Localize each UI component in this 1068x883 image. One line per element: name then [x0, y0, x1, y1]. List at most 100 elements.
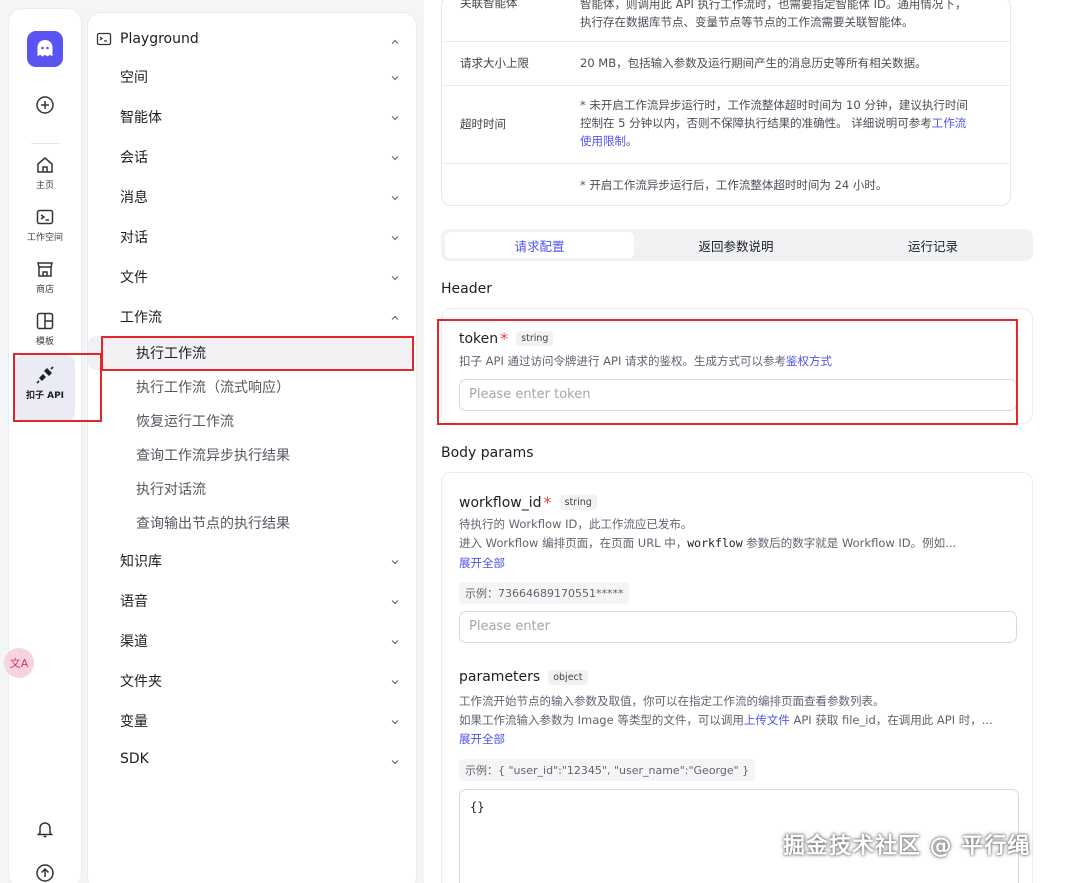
- rail-item-store[interactable]: 商店: [9, 259, 81, 295]
- param-name-parameters: parameters object: [459, 669, 588, 685]
- chevron-up-icon: [391, 39, 399, 44]
- example-badge: 示例：73664689170551*****: [459, 582, 630, 604]
- row-value-line: * 未开启工作流异步运行时，工作流整体超时时间为 10 分钟，建议执行时间: [580, 98, 968, 112]
- usage-limit-link[interactable]: 使用限制: [580, 134, 626, 148]
- nav-sub-query-output-node[interactable]: 查询输出节点的执行结果: [136, 513, 290, 533]
- param-type: object: [548, 669, 588, 685]
- param-name-workflow-id: workflow_id * string: [459, 493, 597, 512]
- rail-item-label: 工作空间: [26, 233, 63, 243]
- chevron-down-icon: [391, 560, 399, 565]
- body-params-card: workflow_id * string 待执行的 Workflow ID，此工作流…: [441, 472, 1033, 883]
- rail-item-template[interactable]: 模板: [9, 311, 81, 347]
- workflow-link[interactable]: 工作流: [932, 116, 967, 130]
- nav-item-space[interactable]: 空间: [120, 67, 148, 87]
- row-value-line: 控制在 5 分钟以内，否则不保障执行结果的准确性。 详细说明可参考: [580, 116, 932, 130]
- logo[interactable]: [27, 31, 63, 67]
- bell-icon: [36, 822, 54, 838]
- param-type: string: [559, 495, 597, 510]
- param-desc-line: 参数后的数字就是 Workflow ID。例如...: [742, 536, 957, 550]
- nav-item-chat[interactable]: 对话: [120, 227, 148, 247]
- row-value-end: 。: [626, 134, 638, 148]
- chevron-down-icon: [391, 116, 399, 121]
- row-size-limit: 请求大小上限 20 MB，包括输入参数及运行期间产生的消息历史等所有相关数据。: [442, 41, 1010, 85]
- nav-item-workflow[interactable]: 工作流: [120, 307, 162, 327]
- row-label-agent: 关联智能体: [460, 0, 518, 10]
- nav-item-agent[interactable]: 智能体: [120, 107, 162, 127]
- param-desc: 待执行的 Workflow ID，此工作流应已发布。 进入 Workflow 编…: [459, 515, 956, 553]
- main-content: 关联智能体 智能体，则调用此 API 执行工作流时，也需要指定智能体 ID。通用…: [424, 0, 1068, 883]
- rail-item-home[interactable]: 主页: [9, 155, 81, 191]
- row-timeout: 超时时间 * 未开启工作流异步运行时，工作流整体超时时间为 10 分钟，建议执行…: [442, 85, 1010, 163]
- api-nav-panel: Playground 空间 智能体 会话 消息 对话 文件 工作流 执行工作流 …: [87, 12, 417, 883]
- chevron-down-icon: [391, 196, 399, 201]
- nav-sub-resume-workflow[interactable]: 恢复运行工作流: [136, 411, 234, 431]
- nav-item-sdk[interactable]: SDK: [120, 751, 149, 767]
- param-desc-line: 工作流开始节点的输入参数及取值，你可以在指定工作流的编排页面查看参数列表。: [459, 694, 885, 708]
- translate-icon: 文A: [9, 657, 29, 670]
- nav-item-folder[interactable]: 文件夹: [120, 671, 162, 691]
- nav-item-knowledge[interactable]: 知识库: [120, 551, 162, 571]
- rail-divider: [31, 143, 59, 144]
- chevron-down-icon: [391, 760, 399, 765]
- chevron-down-icon: [391, 600, 399, 605]
- tab-run-history[interactable]: 运行记录: [837, 232, 1029, 258]
- rail-item-label: 模板: [35, 337, 54, 347]
- nav-item-conversation[interactable]: 会话: [120, 147, 148, 167]
- nav-item-message[interactable]: 消息: [120, 187, 148, 207]
- example-badge: 示例：{ "user_id":"12345", "user_name":"Geo…: [459, 759, 756, 781]
- highlight-box-api: [13, 353, 102, 422]
- chevron-up-icon: [391, 315, 399, 320]
- workflow-id-input[interactable]: Please enter: [459, 611, 1017, 643]
- header-section-title: Header: [441, 281, 492, 297]
- nav-item-channel[interactable]: 渠道: [120, 631, 148, 651]
- arrow-up-circle-icon: [36, 864, 54, 882]
- notification-button[interactable]: [9, 819, 81, 842]
- upload-file-link[interactable]: 上传文件: [744, 713, 790, 727]
- nav-sub-run-chatflow[interactable]: 执行对话流: [136, 479, 206, 499]
- nav-sub-query-async-result[interactable]: 查询工作流异步执行结果: [136, 445, 290, 465]
- param-name: parameters: [459, 669, 541, 685]
- nav-head-playground[interactable]: Playground: [96, 31, 199, 47]
- tab-request-config[interactable]: 请求配置: [445, 232, 634, 258]
- upgrade-button[interactable]: [9, 863, 81, 883]
- param-desc-line: 待执行的 Workflow ID，此工作流应已发布。: [459, 517, 693, 531]
- expand-all-link[interactable]: 展开全部: [459, 731, 505, 747]
- translate-button[interactable]: 文A: [4, 648, 34, 678]
- highlight-box-run-workflow: [101, 336, 414, 371]
- row-value: * 开启工作流异步运行后，工作流整体超时时间为 24 小时。: [580, 178, 888, 192]
- tab-response-params[interactable]: 返回参数说明: [639, 232, 833, 258]
- limits-table: 关联智能体 智能体，则调用此 API 执行工作流时，也需要指定智能体 ID。通用…: [441, 0, 1011, 206]
- highlight-box-token: [437, 319, 1018, 425]
- terminal-icon: [36, 209, 54, 225]
- template-icon: [36, 312, 54, 330]
- nav-item-file[interactable]: 文件: [120, 267, 148, 287]
- store-icon: [37, 262, 53, 277]
- left-rail: 主页 工作空间 商店 模板 扣子 API: [8, 8, 82, 883]
- row-value: 20 MB，包括输入参数及运行期间产生的消息历史等所有相关数据。: [580, 56, 927, 70]
- nav-sub-run-workflow-stream[interactable]: 执行工作流（流式响应）: [136, 377, 290, 397]
- row-label: 超时时间: [460, 117, 506, 131]
- tab-bar: 请求配置 返回参数说明 运行记录: [441, 229, 1033, 261]
- param-desc-line: API 获取 file_id，在调用此 API 时，...: [789, 713, 993, 727]
- nav-item-voice[interactable]: 语音: [120, 591, 148, 611]
- param-desc: 工作流开始节点的输入参数及取值，你可以在指定工作流的编排页面查看参数列表。 如果…: [459, 692, 993, 730]
- rail-item-workspace[interactable]: 工作空间: [9, 207, 81, 243]
- chevron-down-icon: [391, 236, 399, 241]
- expand-all-link[interactable]: 展开全部: [459, 555, 505, 571]
- playground-icon: [96, 32, 112, 46]
- chevron-down-icon: [391, 680, 399, 685]
- rail-item-label: 商店: [35, 285, 54, 295]
- watermark: 掘金技术社区 @ 平行绳: [783, 834, 1031, 859]
- chevron-down-icon: [391, 276, 399, 281]
- row-value-line: 智能体，则调用此 API 执行工作流时，也需要指定智能体 ID。通用情况下，: [580, 0, 967, 11]
- chevron-down-icon: [391, 76, 399, 81]
- chevron-down-icon: [391, 720, 399, 725]
- row-timeout-async: * 开启工作流异步运行后，工作流整体超时时间为 24 小时。: [442, 163, 1010, 205]
- plus-circle-icon: [36, 96, 54, 114]
- rail-item-label: 主页: [35, 181, 54, 191]
- param-desc-line: 如果工作流输入参数为 Image 等类型的文件，可以调用: [459, 713, 744, 727]
- nav-item-variable[interactable]: 变量: [120, 711, 148, 731]
- param-desc-line: 进入 Workflow 编排页面，在页面 URL 中，: [459, 536, 688, 550]
- row-value: * 未开启工作流异步运行时，工作流整体超时时间为 10 分钟，建议执行时间 控制…: [580, 96, 995, 150]
- create-button[interactable]: [9, 95, 81, 118]
